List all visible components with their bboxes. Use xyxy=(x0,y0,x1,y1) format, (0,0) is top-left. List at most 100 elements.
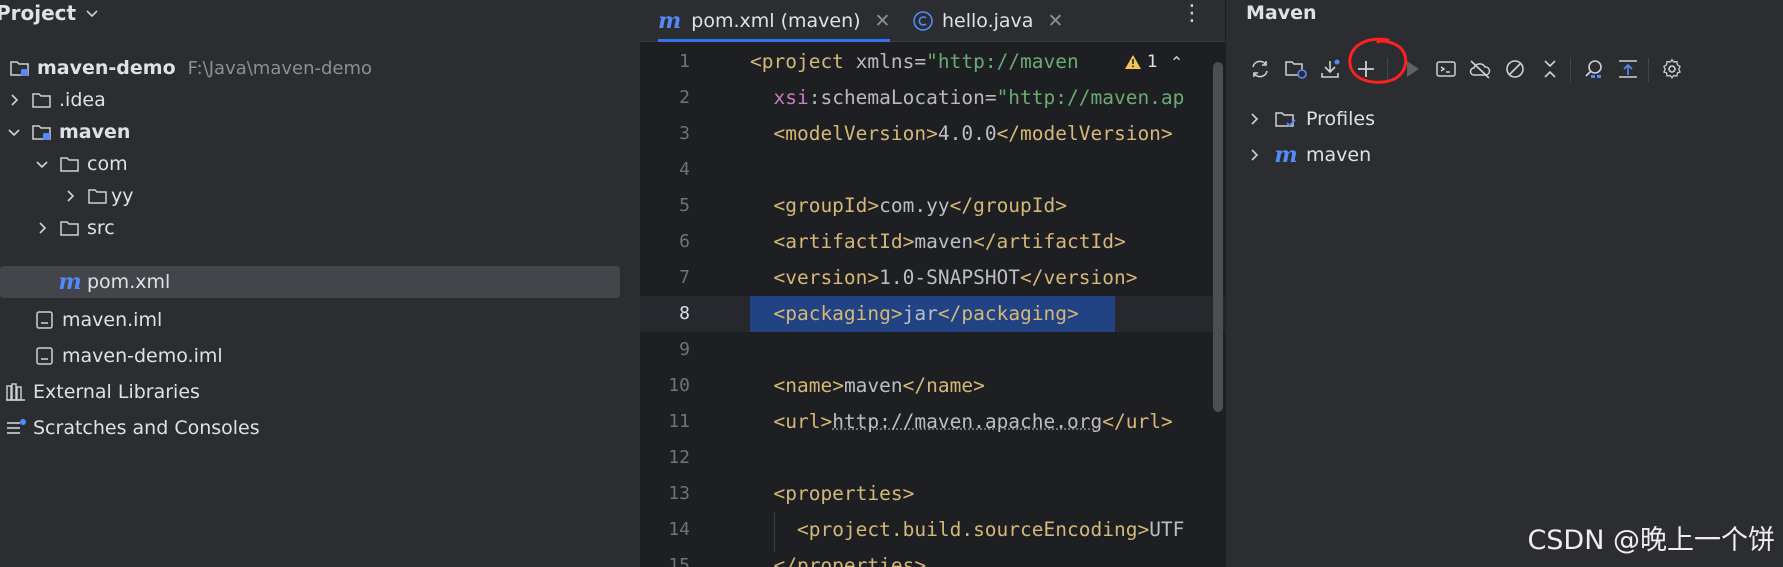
tab-label: pom.xml (maven) xyxy=(691,10,861,32)
project-title: Project xyxy=(0,1,77,25)
tree-item-idea[interactable]: .idea xyxy=(6,84,106,116)
more-options-icon[interactable]: ⋮ xyxy=(1181,0,1203,26)
inspection-widget[interactable]: 1 ⌃ xyxy=(1120,44,1192,80)
tree-item-label: Profiles xyxy=(1306,108,1375,130)
tree-item-label: maven xyxy=(59,121,131,143)
folder-icon xyxy=(31,90,53,110)
tree-item-label: com xyxy=(87,153,128,175)
tree-item-label: src xyxy=(87,217,115,239)
warning-icon xyxy=(1125,55,1141,69)
maven-panel-title: Maven xyxy=(1246,2,1317,24)
chevron-right-icon xyxy=(1246,111,1262,127)
line-number: 5 xyxy=(679,195,690,216)
folder-icon xyxy=(59,218,81,238)
maven-project-icon: m xyxy=(1274,142,1298,168)
line-number: 6 xyxy=(679,231,690,252)
tree-item-label: .idea xyxy=(59,89,106,111)
toolbar-separator xyxy=(1648,58,1649,82)
editor: m pom.xml (maven) ✕ hello.java ✕ ⋮ 1 2 3… xyxy=(640,0,1225,567)
code-line: <packaging>jar</packaging> xyxy=(773,302,1079,325)
line-number-gutter: 1 2 3 4 5 6 7 8 9 10 11 12 13 14 15 xyxy=(640,44,730,567)
tab-label: hello.java xyxy=(942,10,1034,32)
maven-tree-item-profiles[interactable]: Profiles xyxy=(1246,102,1375,136)
tree-item-maven[interactable]: maven xyxy=(6,116,130,148)
editor-tab-bar: m pom.xml (maven) ✕ hello.java ✕ ⋮ xyxy=(640,0,1225,42)
tree-item-label: pom.xml xyxy=(87,271,171,293)
toolbar-separator xyxy=(1570,58,1571,82)
tree-item-external-libraries[interactable]: External Libraries xyxy=(5,376,200,408)
profiles-folder-icon xyxy=(1274,109,1298,129)
line-number: 15 xyxy=(668,555,690,567)
tab-hello-java[interactable]: hello.java ✕ xyxy=(912,0,1063,42)
code-line: <properties> xyxy=(773,482,915,505)
java-class-icon xyxy=(913,11,933,31)
reload-icon[interactable] xyxy=(1244,52,1276,86)
chevron-down-icon xyxy=(6,124,22,140)
code-line: </properties> xyxy=(773,554,927,567)
module-folder-icon xyxy=(31,122,53,142)
tree-item-path: F:\Java\maven-demo xyxy=(187,57,373,79)
code-line: <project.build.sourceEncoding>UTF xyxy=(796,518,1185,541)
tree-item-label: maven.iml xyxy=(62,309,163,331)
tree-item-pom-xml[interactable]: m pom.xml xyxy=(0,266,620,298)
chevron-right-icon xyxy=(6,92,22,108)
tree-item-label: yy xyxy=(111,185,134,207)
chevron-up-icon[interactable]: ⌃ xyxy=(1170,53,1183,72)
folder-icon xyxy=(59,154,81,174)
line-number: 9 xyxy=(679,339,690,360)
code-line: xsi:schemaLocation="http://maven.ap xyxy=(773,86,1185,109)
tree-item-label: Scratches and Consoles xyxy=(33,417,260,439)
maven-panel: Maven Profiles m maven xyxy=(1225,0,1783,567)
project-panel: Project maven-demo F:\Java\maven-demo .i… xyxy=(0,0,640,567)
code-line: <url>http://maven.apache.org</url> xyxy=(773,410,1173,433)
scratches-icon xyxy=(5,418,27,438)
offline-icon[interactable] xyxy=(1464,52,1496,86)
line-number: 3 xyxy=(679,123,690,144)
skip-tests-icon[interactable] xyxy=(1499,52,1531,86)
code-area[interactable]: <project xmlns="http://maven xsi:schemaL… xyxy=(750,44,1225,567)
annotation-circle xyxy=(1348,37,1408,84)
execute-goal-icon[interactable] xyxy=(1430,52,1462,86)
watermark: CSDN @晚上一个饼 xyxy=(1527,525,1775,556)
line-number: 2 xyxy=(679,87,690,108)
line-number: 14 xyxy=(668,519,690,540)
line-number: 11 xyxy=(668,411,690,432)
editor-scrollbar[interactable] xyxy=(1213,62,1223,412)
line-number: 1 xyxy=(679,51,690,72)
iml-file-icon xyxy=(34,310,56,330)
project-header[interactable]: Project xyxy=(0,0,100,26)
tree-item-label: maven-demo xyxy=(37,57,176,79)
line-number: 7 xyxy=(679,267,690,288)
code-line: <groupId>com.yy</groupId> xyxy=(773,194,1068,217)
iml-file-icon xyxy=(34,346,56,366)
generate-sources-icon[interactable] xyxy=(1280,52,1312,86)
tree-item-maven-demo[interactable]: maven-demo F:\Java\maven-demo xyxy=(0,52,372,84)
tab-pom-xml[interactable]: m pom.xml (maven) ✕ xyxy=(658,0,891,42)
library-icon xyxy=(5,382,27,402)
close-icon[interactable]: ✕ xyxy=(875,10,891,32)
chevron-right-icon xyxy=(1246,147,1262,163)
tree-item-src[interactable]: src xyxy=(34,212,115,244)
chevron-down-icon xyxy=(34,156,50,172)
tree-item-maven-demo-iml[interactable]: maven-demo.iml xyxy=(34,340,223,372)
tree-item-label: maven-demo.iml xyxy=(62,345,223,367)
download-icon[interactable] xyxy=(1314,52,1346,86)
maven-file-icon: m xyxy=(658,8,682,34)
analyze-icon[interactable] xyxy=(1578,52,1610,86)
show-dependencies-icon[interactable] xyxy=(1612,52,1644,86)
collapse-icon[interactable] xyxy=(1534,52,1566,86)
chevron-down-icon xyxy=(86,10,98,18)
tree-item-scratches[interactable]: Scratches and Consoles xyxy=(5,412,260,444)
maven-toolbar xyxy=(1244,52,1774,86)
line-number: 10 xyxy=(668,375,690,396)
maven-file-icon: m xyxy=(58,269,82,295)
close-icon[interactable]: ✕ xyxy=(1047,10,1063,32)
tree-item-yy[interactable]: yy xyxy=(62,180,134,212)
code-line: <modelVersion>4.0.0</modelVersion> xyxy=(773,122,1173,145)
settings-icon[interactable] xyxy=(1656,52,1688,86)
tree-item-maven-iml[interactable]: maven.iml xyxy=(34,304,162,336)
tree-item-com[interactable]: com xyxy=(34,148,128,180)
folder-icon xyxy=(87,186,109,206)
chevron-right-icon xyxy=(34,220,50,236)
maven-tree-item-maven[interactable]: m maven xyxy=(1246,138,1371,172)
